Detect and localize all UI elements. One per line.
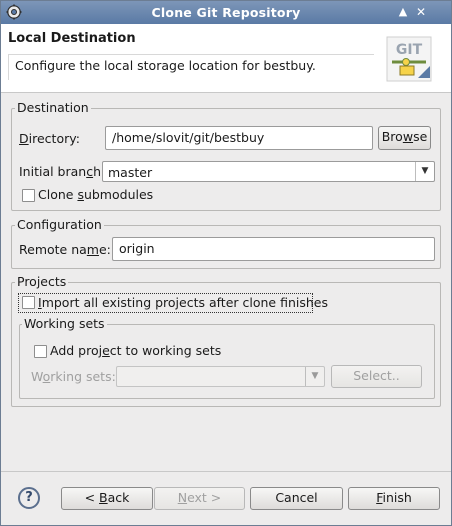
working-sets-label: Working sets: <box>31 369 116 384</box>
window-title: Clone Git Repository <box>151 5 301 20</box>
import-projects-label: Import all existing projects after clone… <box>38 295 328 310</box>
directory-field[interactable]: /home/slovit/git/bestbuy <box>105 126 373 150</box>
back-button[interactable]: < Back <box>61 487 153 510</box>
initial-branch-select[interactable]: master ▼ <box>102 161 435 182</box>
working-sets-group-label: Working sets <box>22 316 107 331</box>
remote-name-field[interactable]: origin <box>112 237 435 261</box>
next-button[interactable]: Next > <box>154 487 245 510</box>
finish-button[interactable]: Finish <box>348 487 440 510</box>
add-to-working-sets-checkbox[interactable] <box>34 345 47 358</box>
initial-branch-value: master <box>108 165 153 180</box>
cancel-button[interactable]: Cancel <box>250 487 343 510</box>
svg-text:GIT: GIT <box>396 42 423 58</box>
page-description: Configure the local storage location for… <box>8 54 374 80</box>
title-bar: Clone Git Repository ▲ ✕ <box>1 1 451 24</box>
remote-name-label: Remote name: <box>19 242 111 257</box>
working-sets-select[interactable]: ▼ <box>116 366 325 387</box>
initial-branch-label: Initial branch: <box>19 164 106 179</box>
minimize-icon[interactable]: ▲ <box>396 5 410 19</box>
clone-git-repository-dialog: Clone Git Repository ▲ ✕ Local Destinati… <box>0 0 452 526</box>
add-to-working-sets-label: Add project to working sets <box>50 343 222 358</box>
clone-submodules-label: Clone submodules <box>38 187 154 202</box>
select-working-sets-button[interactable]: Select.. <box>331 365 422 388</box>
footer-separator <box>1 471 451 472</box>
clone-submodules-checkbox[interactable] <box>22 189 35 202</box>
help-icon[interactable]: ? <box>18 487 40 509</box>
close-icon[interactable]: ✕ <box>414 5 428 19</box>
page-title: Local Destination <box>8 31 136 46</box>
import-projects-checkbox[interactable] <box>22 296 35 309</box>
projects-group-label: Projects <box>15 274 69 289</box>
destination-group-label: Destination <box>15 100 91 115</box>
directory-label: Directory: <box>19 131 80 146</box>
browse-button[interactable]: Browse <box>378 126 431 150</box>
wizard-header: Local Destination Configure the local st… <box>1 24 451 93</box>
configuration-group-label: Configuration <box>15 217 104 232</box>
git-wizard-icon: GIT <box>386 36 432 82</box>
chevron-down-icon: ▼ <box>415 162 434 181</box>
chevron-down-icon: ▼ <box>305 367 324 386</box>
